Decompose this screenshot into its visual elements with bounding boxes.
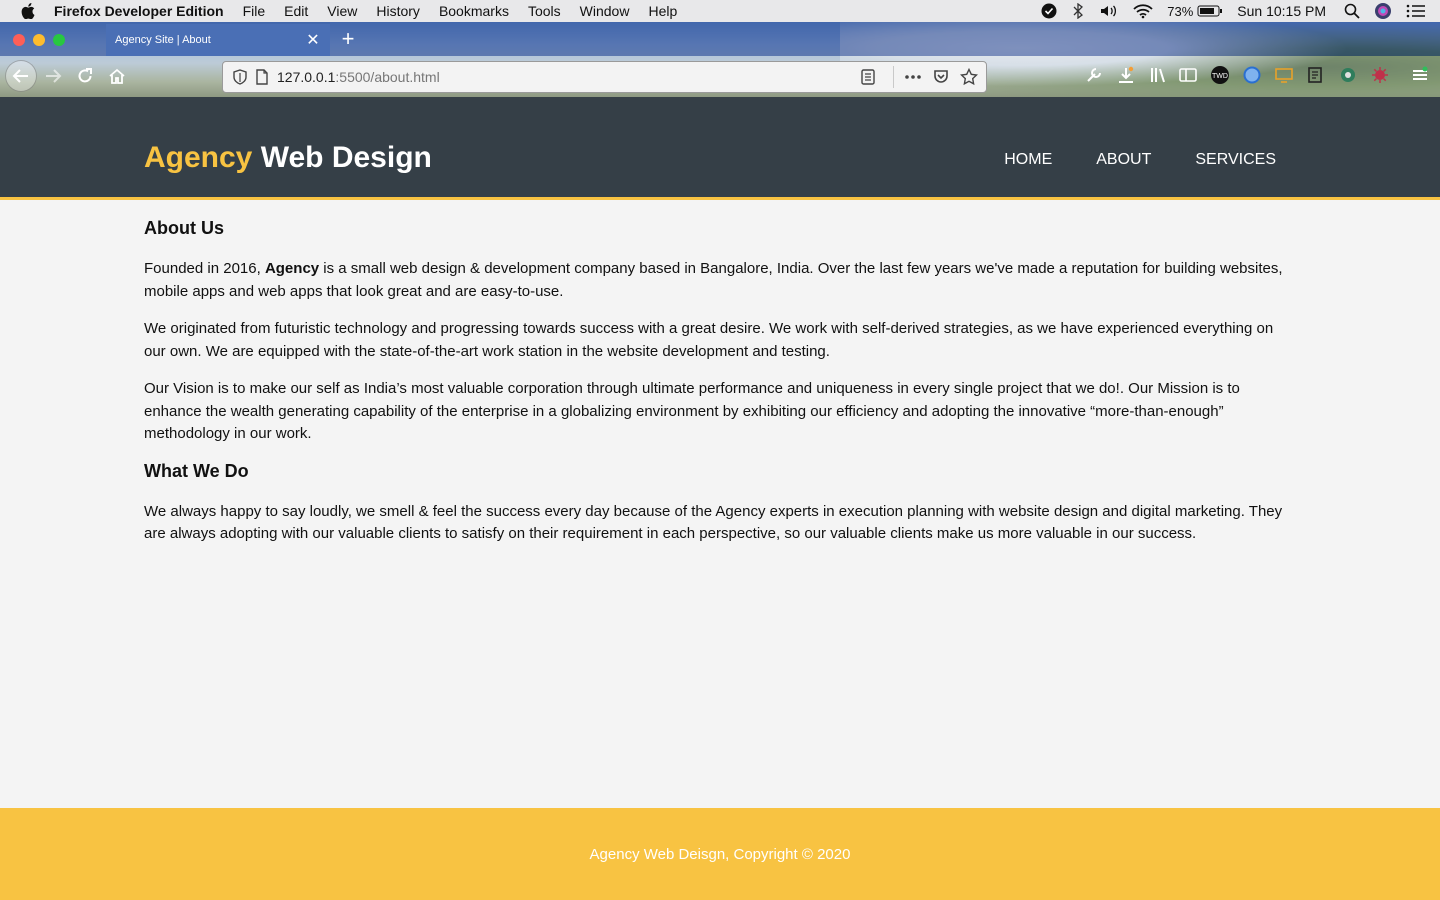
- library-icon[interactable]: [1147, 64, 1169, 86]
- window-close-button[interactable]: [13, 34, 25, 46]
- menu-view[interactable]: View: [327, 3, 357, 19]
- open-menu-hamburger-icon[interactable]: [1409, 64, 1431, 86]
- menu-bookmarks[interactable]: Bookmarks: [439, 3, 509, 19]
- new-tab-button[interactable]: +: [338, 26, 358, 52]
- menu-file[interactable]: File: [243, 3, 266, 19]
- extension-notes-icon[interactable]: [1305, 64, 1327, 86]
- url-path: :5500/about.html: [335, 69, 440, 85]
- nav-about-link[interactable]: ABOUT: [1096, 151, 1151, 169]
- spotlight-search-icon[interactable]: [1344, 3, 1360, 19]
- nav-home-link[interactable]: HOME: [1004, 151, 1052, 169]
- about-paragraph-3: Our Vision is to make our self as India’…: [144, 380, 1240, 442]
- logo-text: Web Design: [252, 141, 432, 174]
- logo-highlight: Agency: [144, 141, 253, 174]
- tab-title: Agency Site | About: [115, 34, 211, 46]
- menu-history[interactable]: History: [376, 3, 420, 19]
- volume-icon[interactable]: [1099, 3, 1119, 19]
- tab-strip: Agency Site | About ✕ +: [0, 22, 1440, 56]
- tab-close-icon[interactable]: ✕: [306, 30, 320, 50]
- navigation-toolbar: 127.0.0.1:5500/about.html TWD: [0, 56, 1440, 97]
- site-header: Agency Web Design HOME ABOUT SERVICES: [0, 97, 1440, 200]
- extension-twd-icon[interactable]: TWD: [1209, 64, 1231, 86]
- battery-icon[interactable]: [1197, 4, 1223, 18]
- battery-percent: 73%: [1167, 3, 1194, 19]
- tracking-protection-shield-icon[interactable]: [231, 69, 249, 85]
- site-footer: Agency Web Deisgn, Copyright © 2020: [0, 808, 1440, 900]
- page-actions-menu-icon[interactable]: [902, 74, 924, 80]
- reader-view-icon[interactable]: [857, 69, 879, 85]
- reload-button[interactable]: [72, 63, 98, 89]
- extension-colorzilla-icon[interactable]: [1337, 64, 1359, 86]
- url-text[interactable]: 127.0.0.1:5500/about.html: [277, 69, 857, 85]
- svg-text:TWD: TWD: [1212, 73, 1228, 80]
- wifi-icon[interactable]: [1133, 3, 1153, 19]
- about-paragraph-1: Founded in 2016, Agency is a small web d…: [144, 258, 1296, 303]
- extension-screen-icon[interactable]: [1273, 64, 1295, 86]
- page-info-icon[interactable]: [253, 69, 271, 85]
- p1-prefix: Founded in 2016,: [144, 260, 265, 277]
- p1-company-name: Agency: [264, 260, 320, 277]
- menu-window[interactable]: Window: [580, 3, 630, 19]
- bookmark-star-icon[interactable]: [958, 68, 980, 86]
- about-heading: About Us: [144, 218, 224, 238]
- main-content: About Us Founded in 2016, Agency is a sm…: [144, 218, 1296, 561]
- what-we-do-paragraph: We always happy to say loudly, we smell …: [144, 502, 1283, 543]
- forward-button[interactable]: [40, 63, 66, 89]
- macos-menu-bar: Firefox Developer Edition File Edit View…: [0, 0, 1440, 22]
- menu-app-name[interactable]: Firefox Developer Edition: [54, 3, 224, 19]
- footer-copyright: Agency Web Deisgn, Copyright © 2020: [589, 845, 851, 863]
- back-button[interactable]: [5, 60, 37, 92]
- bluetooth-icon[interactable]: [1071, 3, 1085, 19]
- vpn-status-icon[interactable]: [1041, 3, 1057, 19]
- pocket-icon[interactable]: [930, 69, 952, 85]
- browser-chrome: Agency Site | About ✕ + 127.0.0.1:5500/a…: [0, 22, 1440, 97]
- downloads-icon[interactable]: [1115, 64, 1137, 86]
- siri-icon[interactable]: [1374, 2, 1392, 20]
- extension-virus-icon[interactable]: [1369, 64, 1391, 86]
- window-zoom-button[interactable]: [53, 34, 65, 46]
- window-minimize-button[interactable]: [33, 34, 45, 46]
- menu-tools[interactable]: Tools: [528, 3, 561, 19]
- about-paragraph-2: We originated from futuristic technology…: [144, 320, 1274, 360]
- notification-center-icon[interactable]: [1406, 4, 1426, 18]
- url-separator: [893, 66, 894, 88]
- home-button[interactable]: [104, 63, 130, 89]
- site-nav: HOME ABOUT SERVICES: [960, 151, 1276, 169]
- what-we-do-heading: What We Do: [144, 460, 249, 481]
- menu-clock[interactable]: Sun 10:15 PM: [1237, 3, 1326, 19]
- devtools-wrench-icon[interactable]: [1083, 64, 1105, 86]
- nav-services-link[interactable]: SERVICES: [1195, 151, 1276, 169]
- site-logo[interactable]: Agency Web Design: [144, 141, 432, 175]
- extension-globe-icon[interactable]: [1241, 64, 1263, 86]
- url-host: 127.0.0.1: [277, 69, 336, 85]
- menu-edit[interactable]: Edit: [284, 3, 308, 19]
- apple-menu-icon[interactable]: [19, 3, 37, 19]
- menu-help[interactable]: Help: [648, 3, 677, 19]
- sidebar-toggle-icon[interactable]: [1177, 64, 1199, 86]
- address-bar[interactable]: 127.0.0.1:5500/about.html: [222, 61, 987, 93]
- tab-active[interactable]: Agency Site | About ✕: [106, 24, 330, 56]
